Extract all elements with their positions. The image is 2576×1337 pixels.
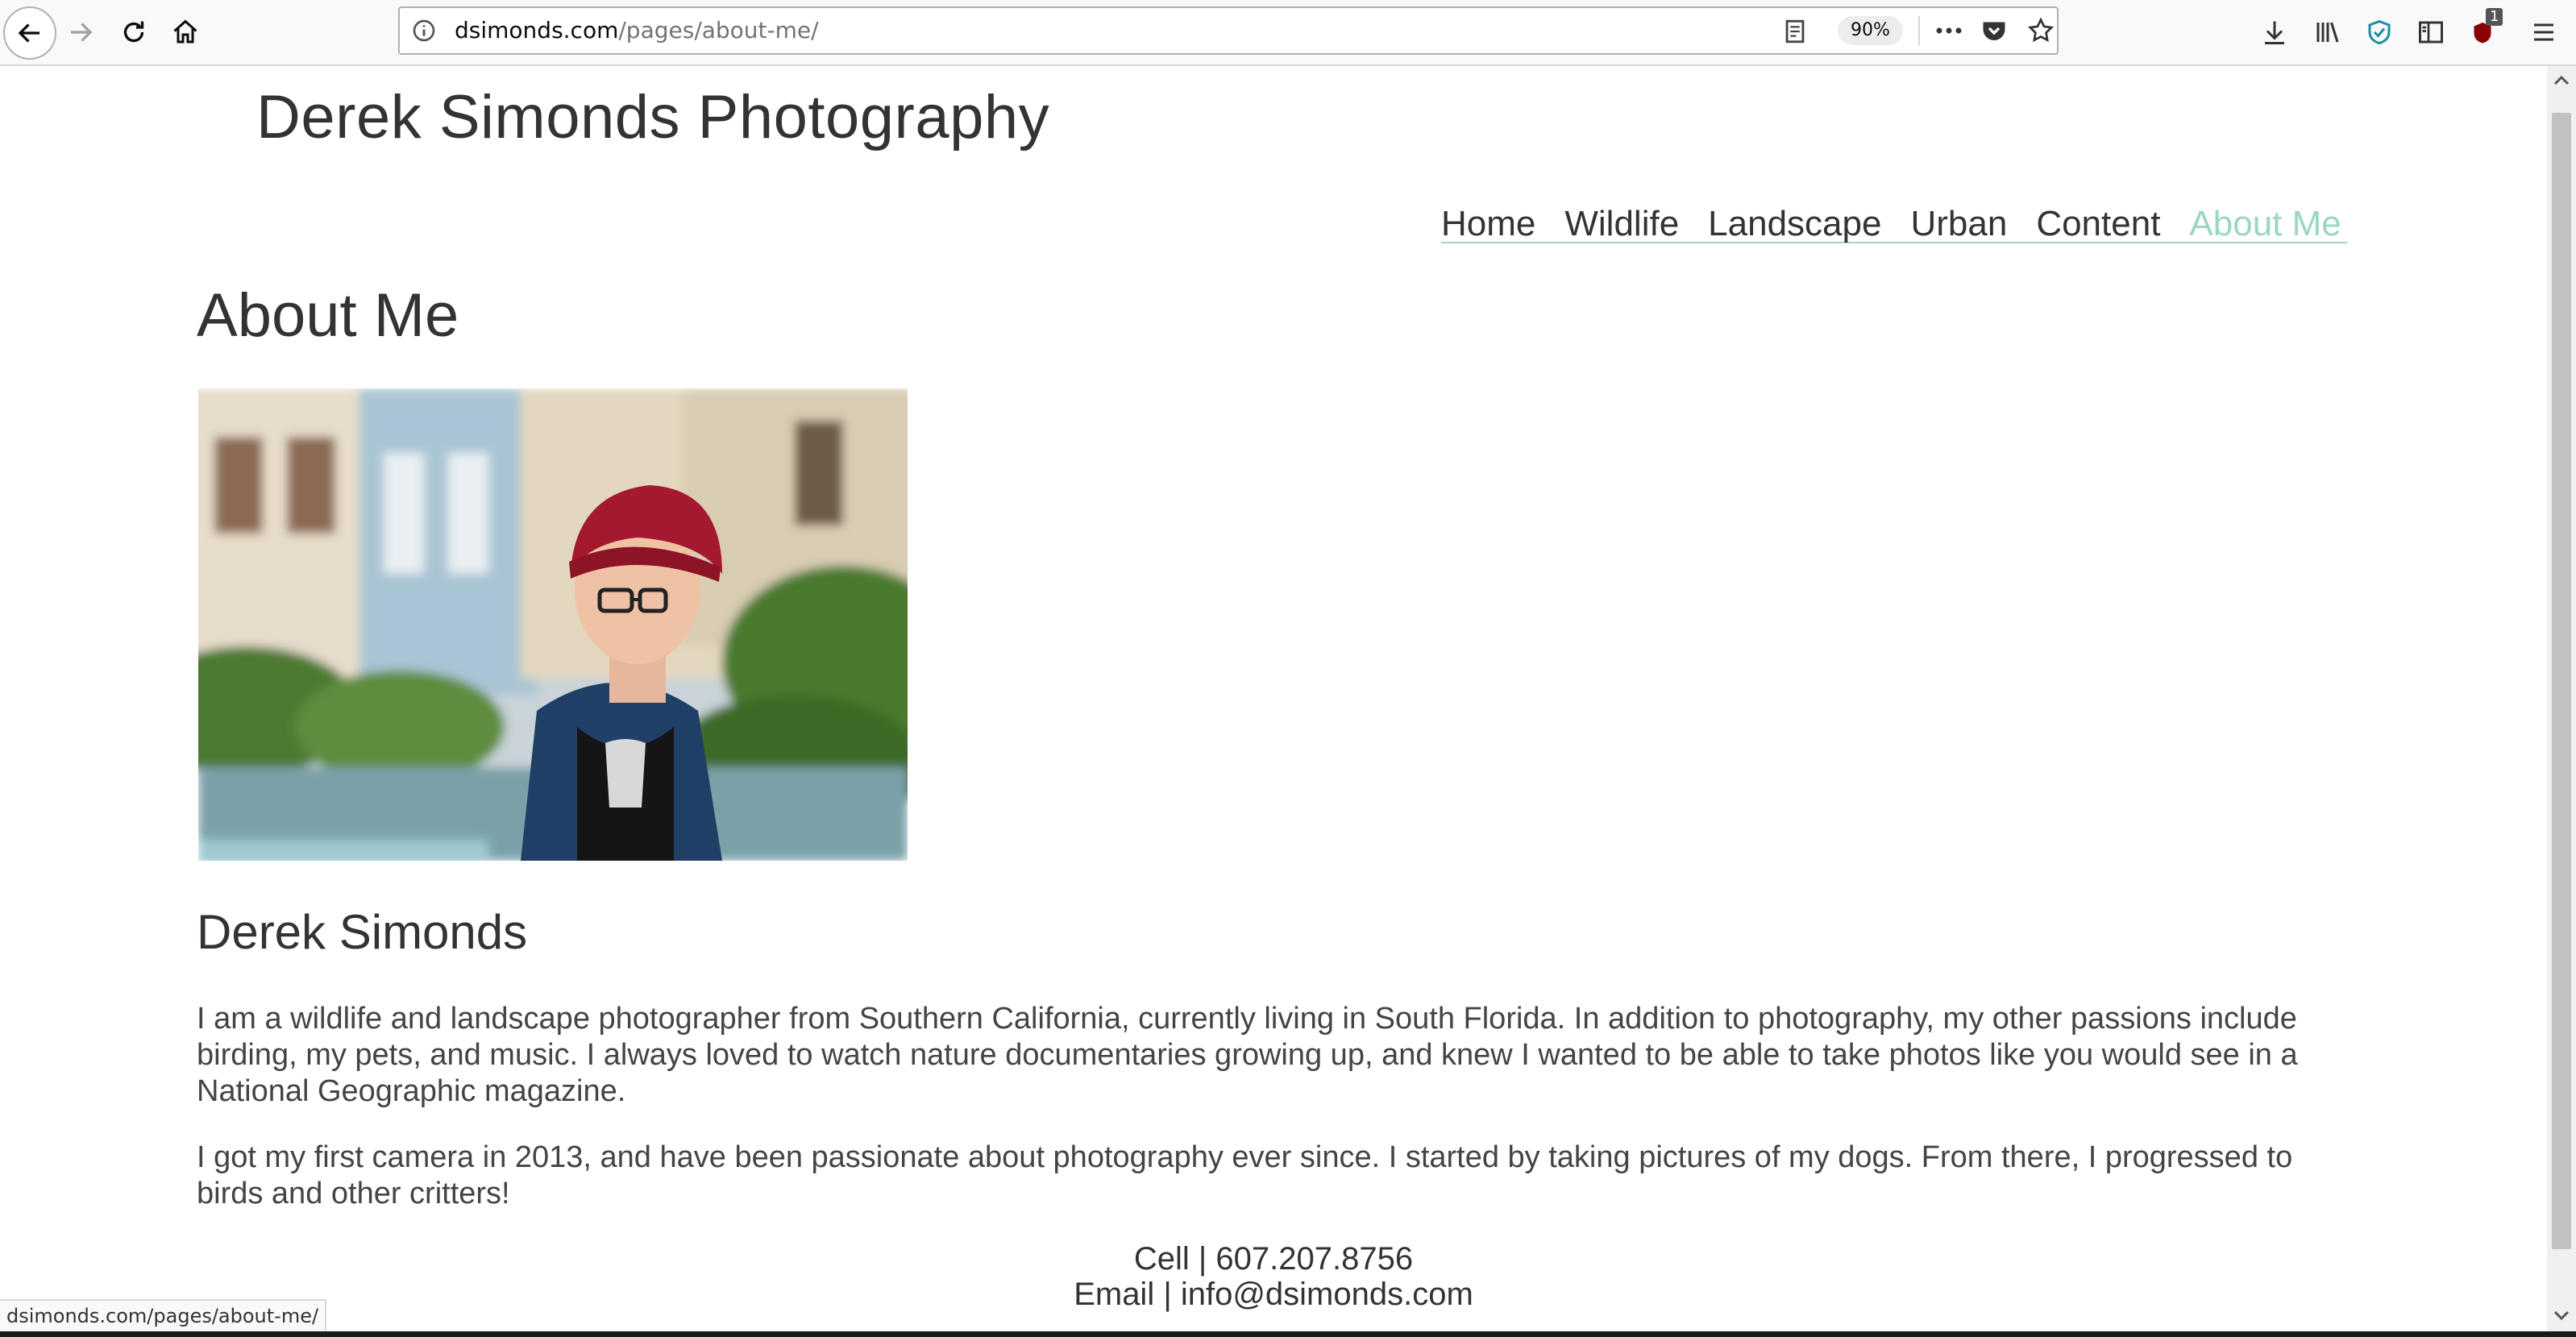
home-icon (173, 19, 197, 44)
bio-paragraph: I got my first camera in 2013, and have … (197, 1140, 2293, 1210)
library-button[interactable] (2304, 8, 2352, 56)
page-heading: About Me (197, 281, 459, 350)
ublock-button[interactable]: 1 (2458, 8, 2507, 56)
scrollbar-thumb[interactable] (2552, 113, 2571, 1249)
home-button[interactable] (161, 8, 210, 56)
url-text[interactable]: dsimonds.com/pages/about-me/ (455, 8, 819, 53)
portrait-photo (198, 388, 908, 861)
back-button[interactable] (3, 6, 56, 60)
pocket-icon[interactable] (1980, 16, 2009, 45)
scroll-up-icon[interactable] (2553, 73, 2570, 89)
browser-toolbar: dsimonds.com/pages/about-me/ 90% 1 (0, 0, 2576, 66)
portrait-image (198, 388, 908, 861)
sidebar-button[interactable] (2407, 8, 2455, 56)
nav-landscape[interactable]: Landscape (1708, 206, 1881, 242)
contact-cell: Cell | 607.207.8756 (1133, 1241, 1414, 1277)
vertical-scrollbar[interactable] (2547, 66, 2576, 1331)
person-name: Derek Simonds (197, 905, 528, 959)
nav-urban[interactable]: Urban (1910, 206, 2007, 242)
reload-button[interactable] (110, 8, 158, 56)
taskbar-edge (0, 1331, 2576, 1337)
scroll-down-icon[interactable] (2553, 1307, 2570, 1323)
site-title[interactable]: Derek Simonds Photography (256, 82, 1049, 152)
contact-email[interactable]: Email | info@dsimonds.com (887, 1277, 1660, 1313)
hamburger-menu-icon (2534, 23, 2553, 41)
arrow-right-icon (71, 23, 93, 42)
nav-wildlife[interactable]: Wildlife (1564, 206, 1679, 242)
sidebar-icon (2419, 21, 2443, 44)
nav-home[interactable]: Home (1441, 206, 1535, 242)
shield-icon (2368, 19, 2391, 45)
main-nav: Home Wildlife Landscape Urban Content Ab… (1441, 206, 2347, 243)
url-path: /pages/about-me/ (618, 17, 819, 44)
arrow-left-icon (18, 23, 39, 43)
nav-about-me[interactable]: About Me (2189, 206, 2341, 242)
extension-badge: 1 (2486, 8, 2503, 26)
downloads-button[interactable] (2250, 8, 2299, 56)
menu-button[interactable] (2520, 8, 2568, 56)
privacy-extension-button[interactable] (2355, 8, 2404, 56)
nav-content[interactable]: Content (2036, 206, 2160, 242)
reload-icon (123, 21, 144, 43)
more-actions-icon[interactable] (1933, 18, 1965, 44)
page-content: Derek Simonds Photography Home Wildlife … (0, 66, 2547, 1331)
url-separator (1918, 16, 1920, 45)
download-icon (2265, 21, 2284, 44)
info-icon[interactable] (411, 18, 437, 44)
forward-button[interactable] (56, 8, 105, 56)
status-bar: dsimonds.com/pages/about-me/ (0, 1299, 327, 1335)
bookmark-star-icon[interactable] (2026, 16, 2055, 45)
reader-view-icon[interactable] (1781, 18, 1809, 45)
bio-paragraph: I am a wildlife and landscape photograph… (197, 1002, 2298, 1108)
library-icon (2316, 22, 2339, 43)
url-bar[interactable]: dsimonds.com/pages/about-me/ 90% (398, 6, 2059, 55)
zoom-level-badge[interactable]: 90% (1838, 16, 1903, 45)
url-host: dsimonds.com (455, 17, 619, 44)
